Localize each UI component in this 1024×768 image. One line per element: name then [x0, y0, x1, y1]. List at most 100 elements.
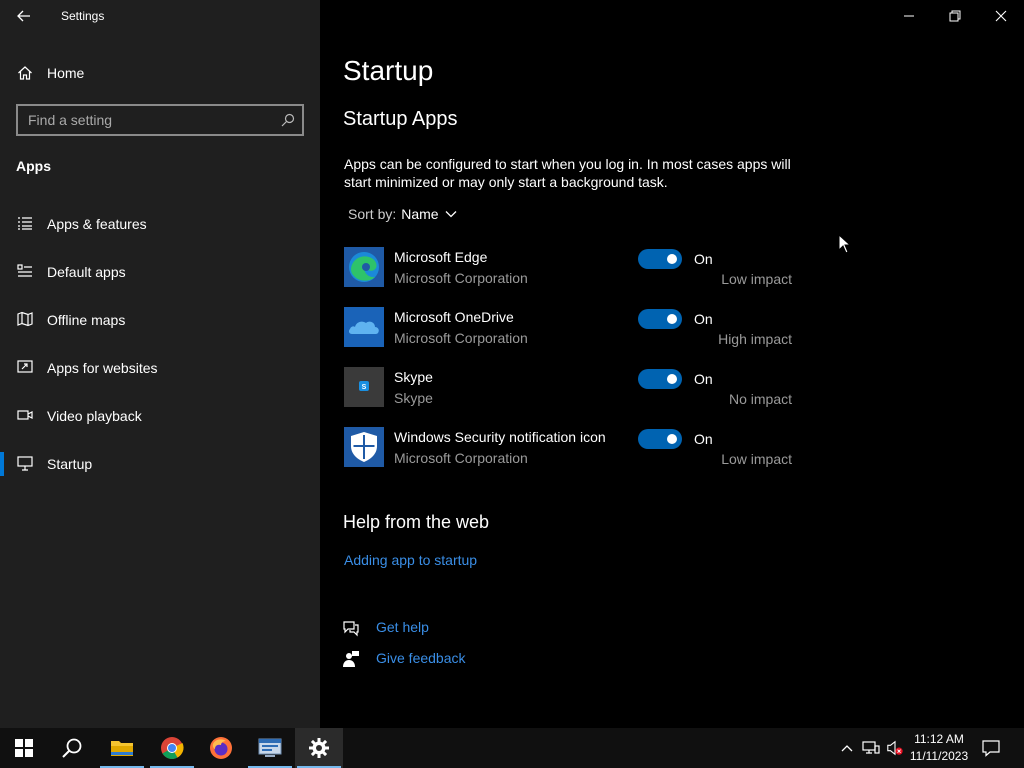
- search-button[interactable]: [48, 728, 96, 768]
- taskbar: 11:12 AM 11/11/2023: [0, 728, 1024, 768]
- startup-toggle[interactable]: [638, 309, 682, 329]
- main-content: Startup Startup Apps Apps can be configu…: [320, 0, 1024, 728]
- show-hidden-icons-button[interactable]: [838, 739, 856, 757]
- search-icon: [62, 738, 82, 758]
- search-input[interactable]: Find a setting: [16, 104, 304, 136]
- taskbar-settings[interactable]: [295, 728, 343, 768]
- skype-icon: S: [344, 367, 384, 407]
- network-window-icon: [258, 738, 282, 757]
- toggle-knob: [667, 254, 677, 264]
- close-icon: [995, 10, 1007, 22]
- startup-app-row: Microsoft Edge Microsoft Corporation On …: [344, 247, 804, 291]
- startup-toggle[interactable]: [638, 249, 682, 269]
- app-name: Windows Security notification icon: [394, 429, 606, 445]
- startup-app-row: S Skype Skype On No impact: [344, 367, 804, 411]
- network-tray-icon[interactable]: [862, 739, 880, 757]
- sidebar-item-offline-maps[interactable]: Offline maps: [0, 300, 320, 340]
- home-label: Home: [47, 65, 85, 81]
- edge-icon: [344, 247, 384, 287]
- default-apps-icon: [17, 264, 32, 277]
- impact-label: Low impact: [721, 451, 792, 467]
- sidebar-item-label: Offline maps: [47, 312, 126, 328]
- video-icon: [17, 410, 33, 420]
- sidebar-item-label: Startup: [47, 456, 93, 472]
- window-title: Settings: [61, 9, 105, 23]
- page-title: Startup: [343, 55, 434, 86]
- sidebar: Settings Home Find a setting Apps Apps &…: [0, 0, 320, 728]
- impact-label: No impact: [728, 391, 792, 407]
- restore-button[interactable]: [932, 0, 978, 32]
- close-button[interactable]: [978, 0, 1024, 32]
- startup-app-row: Windows Security notification icon Micro…: [344, 427, 804, 471]
- gear-icon: [309, 738, 329, 758]
- windows-security-icon: [344, 427, 384, 467]
- chevron-down-icon: [445, 211, 457, 218]
- back-button[interactable]: [14, 6, 34, 26]
- toggle-state: On: [694, 371, 713, 387]
- startup-toggle[interactable]: [638, 369, 682, 389]
- action-center-button[interactable]: [982, 739, 1000, 757]
- start-button[interactable]: [0, 728, 48, 768]
- give-feedback-label: Give feedback: [376, 650, 466, 666]
- description-text: Apps can be configured to start when you…: [344, 156, 791, 190]
- app-name: Microsoft Edge: [394, 249, 488, 265]
- give-feedback-link[interactable]: Give feedback: [342, 649, 466, 669]
- help-link-adding-app[interactable]: Adding app to startup: [344, 552, 477, 568]
- startup-toggle[interactable]: [638, 429, 682, 449]
- map-icon: [17, 311, 33, 327]
- clock-time: 11:12 AM: [914, 732, 964, 746]
- minimize-button[interactable]: [886, 0, 932, 32]
- toggle-state: On: [694, 431, 713, 447]
- taskbar-network-app[interactable]: [246, 728, 294, 768]
- link-window-icon: [17, 360, 33, 373]
- toggle-knob: [667, 314, 677, 324]
- app-name: Skype: [394, 369, 433, 385]
- taskbar-firefox[interactable]: [197, 728, 245, 768]
- selected-indicator: [0, 452, 4, 476]
- sidebar-item-apps-for-websites[interactable]: Apps for websites: [0, 348, 320, 388]
- toggle-state: On: [694, 311, 713, 327]
- taskbar-chrome[interactable]: [148, 728, 196, 768]
- minimize-icon: [904, 15, 914, 17]
- get-help-label: Get help: [376, 619, 429, 635]
- sort-value: Name: [401, 206, 439, 222]
- help-heading: Help from the web: [343, 512, 490, 532]
- windows-logo-icon: [15, 739, 33, 757]
- sidebar-item-label: Apps for websites: [47, 360, 158, 376]
- feedback-icon: [343, 651, 359, 667]
- back-arrow-icon: [17, 10, 30, 22]
- taskbar-clock[interactable]: 11:12 AM 11/11/2023: [906, 731, 972, 765]
- app-publisher: Microsoft Corporation: [394, 330, 528, 346]
- taskbar-file-explorer[interactable]: [98, 728, 146, 768]
- network-icon: [862, 741, 880, 754]
- sidebar-item-label: Apps & features: [47, 216, 147, 232]
- toggle-state: On: [694, 251, 713, 267]
- sidebar-item-label: Video playback: [47, 408, 142, 424]
- sidebar-item-apps-features[interactable]: Apps & features: [0, 204, 320, 244]
- sidebar-item-label: Default apps: [47, 264, 126, 280]
- restore-icon: [949, 10, 961, 22]
- sort-dropdown[interactable]: Sort by: Name: [348, 206, 458, 222]
- chrome-icon: [161, 737, 184, 759]
- sidebar-item-startup[interactable]: Startup: [0, 444, 320, 484]
- mouse-cursor-icon: [838, 234, 852, 254]
- impact-label: Low impact: [721, 271, 792, 287]
- section-heading: Startup Apps: [343, 108, 458, 130]
- volume-tray-icon[interactable]: [886, 739, 904, 757]
- sidebar-item-video-playback[interactable]: Video playback: [0, 396, 320, 436]
- search-icon[interactable]: [281, 113, 295, 127]
- sidebar-home[interactable]: Home: [0, 56, 320, 90]
- app-publisher: Microsoft Corporation: [394, 270, 528, 286]
- list-icon: [18, 217, 32, 230]
- sidebar-item-default-apps[interactable]: Default apps: [0, 252, 320, 292]
- notification-icon: [982, 740, 1000, 757]
- toggle-knob: [667, 434, 677, 444]
- home-icon: [18, 66, 32, 80]
- startup-app-row: Microsoft OneDrive Microsoft Corporation…: [344, 307, 804, 351]
- app-name: Microsoft OneDrive: [394, 309, 514, 325]
- startup-icon: [17, 456, 33, 471]
- get-help-link[interactable]: Get help: [342, 618, 429, 638]
- toggle-knob: [667, 374, 677, 384]
- impact-label: High impact: [718, 331, 792, 347]
- volume-muted-icon: [887, 740, 903, 756]
